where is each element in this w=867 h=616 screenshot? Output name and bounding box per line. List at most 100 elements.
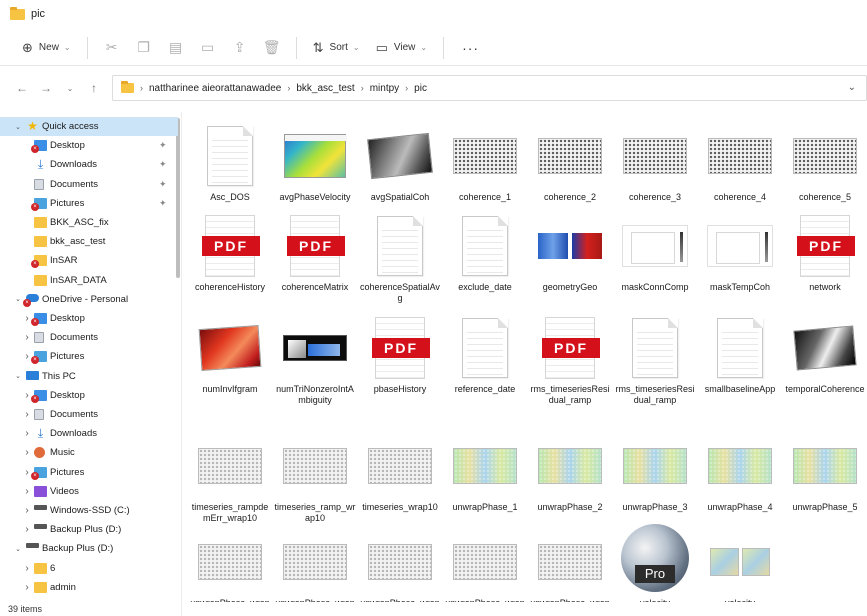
file-item[interactable]: avgPhaseVelocity: [273, 116, 357, 212]
file-item[interactable]: PDF coherenceMatrix: [273, 206, 357, 302]
chevron-right-icon[interactable]: ›: [22, 428, 32, 439]
sidebar-item[interactable]: › Documents: [0, 328, 178, 347]
sidebar-item[interactable]: × Pictures ✦: [0, 194, 178, 213]
chevron-right-icon[interactable]: ›: [22, 486, 32, 497]
back-arrow-icon[interactable]: ←: [10, 81, 34, 95]
chevron-right-icon[interactable]: ›: [22, 563, 32, 574]
file-item[interactable]: velocity: [698, 522, 782, 602]
copy-button[interactable]: ❐: [128, 35, 160, 61]
sidebar-item[interactable]: ⌄ ★ Quick access: [0, 117, 178, 136]
sidebar-item[interactable]: › × Pictures: [0, 463, 178, 482]
sidebar-item[interactable]: › Documents: [0, 405, 178, 424]
more-options-button[interactable]: ···: [452, 40, 489, 56]
chevron-right-icon[interactable]: ›: [22, 524, 32, 535]
file-item[interactable]: Asc_DOS: [188, 116, 272, 212]
file-item[interactable]: reference_date: [443, 308, 527, 404]
file-item[interactable]: unwrapPhase_wrap_5: [528, 522, 612, 602]
file-item[interactable]: timeseries_wrap10: [358, 426, 442, 522]
document-thumbnail: [377, 216, 423, 276]
file-item[interactable]: temporalCoherence: [783, 308, 867, 404]
cut-button[interactable]: ✂: [96, 35, 128, 61]
sidebar-item[interactable]: Documents ✦: [0, 175, 178, 194]
sidebar-item[interactable]: BKK_ASC_fix: [0, 213, 178, 232]
sidebar-item[interactable]: › admin: [0, 578, 178, 597]
chevron-down-icon[interactable]: ⌄: [13, 295, 23, 303]
sidebar-item[interactable]: › × Desktop: [0, 309, 178, 328]
sidebar-item[interactable]: › × Pictures: [0, 347, 178, 366]
sidebar-item[interactable]: ⌄ Backup Plus (D:): [0, 539, 178, 558]
file-item[interactable]: timeseries_rampdemErr_wrap10: [188, 426, 272, 523]
rename-button[interactable]: ▭: [192, 35, 224, 61]
share-button[interactable]: ⇪: [224, 35, 256, 61]
file-item[interactable]: unwrapPhase_1: [443, 426, 527, 522]
sidebar-item[interactable]: ⤓ Downloads ✦: [0, 155, 178, 174]
breadcrumb-item[interactable]: pic: [414, 83, 427, 94]
file-item[interactable]: unwrapPhase_2: [528, 426, 612, 522]
sidebar-item[interactable]: › Videos: [0, 482, 178, 501]
address-bar[interactable]: › nattharinee aieorattanawadee › bkk_asc…: [112, 75, 867, 101]
file-item[interactable]: Pro velocity: [613, 522, 697, 602]
file-item[interactable]: coherence_2: [528, 116, 612, 212]
view-button[interactable]: ▭ View ⌄: [368, 35, 436, 61]
document-thumbnail: [717, 318, 763, 378]
file-item[interactable]: PDF coherenceHistory: [188, 206, 272, 302]
breadcrumb-item[interactable]: bkk_asc_test: [296, 83, 354, 94]
file-item[interactable]: maskTempCoh: [698, 206, 782, 302]
file-item[interactable]: coherence_1: [443, 116, 527, 212]
up-arrow-icon[interactable]: ↑: [82, 81, 106, 95]
sidebar-item[interactable]: › Music: [0, 443, 178, 462]
recent-chevron-icon[interactable]: ⌄: [58, 84, 82, 93]
file-item[interactable]: unwrapPhase_wrap_2: [273, 522, 357, 602]
file-item[interactable]: numInvIfgram: [188, 308, 272, 404]
file-item[interactable]: maskConnComp: [613, 206, 697, 302]
file-item[interactable]: coherence_3: [613, 116, 697, 212]
sidebar-item[interactable]: › Windows-SSD (C:): [0, 501, 178, 520]
sidebar-item[interactable]: × Desktop ✦: [0, 136, 178, 155]
sidebar-item[interactable]: × InSAR: [0, 251, 178, 270]
chevron-right-icon[interactable]: ›: [22, 332, 32, 343]
sidebar-item[interactable]: › × Desktop: [0, 386, 178, 405]
new-button[interactable]: ⊕ New ⌄: [14, 35, 79, 61]
chevron-right-icon[interactable]: ›: [22, 447, 32, 458]
paste-button[interactable]: ▤: [160, 35, 192, 61]
file-item[interactable]: unwrapPhase_3: [613, 426, 697, 522]
file-item[interactable]: coherence_4: [698, 116, 782, 212]
file-item[interactable]: coherence_5: [783, 116, 867, 212]
file-item[interactable]: smallbaselineApp: [698, 308, 782, 404]
chevron-right-icon[interactable]: ›: [22, 409, 32, 420]
sidebar-item[interactable]: › ⤓ Downloads: [0, 424, 178, 443]
breadcrumb-item[interactable]: nattharinee aieorattanawadee: [149, 83, 281, 94]
sort-button[interactable]: ⇅ Sort ⌄: [305, 35, 368, 61]
file-item[interactable]: unwrapPhase_5: [783, 426, 867, 522]
delete-button[interactable]: 🗑: [256, 35, 288, 61]
sidebar-item[interactable]: › Backup Plus (D:): [0, 520, 178, 539]
file-item[interactable]: avgSpatialCoh: [358, 116, 442, 212]
file-item[interactable]: PDF rms_timeseriesResidual_ramp: [528, 308, 612, 405]
file-item[interactable]: PDF pbaseHistory: [358, 308, 442, 404]
breadcrumb-item[interactable]: mintpy: [370, 83, 399, 94]
file-item[interactable]: numTriNonzeroIntAmbiguity: [273, 308, 357, 405]
file-item[interactable]: unwrapPhase_4: [698, 426, 782, 522]
file-item[interactable]: geometryGeo: [528, 206, 612, 302]
file-item[interactable]: unwrapPhase_wrap_4: [443, 522, 527, 602]
sidebar-item[interactable]: › 6: [0, 559, 178, 578]
sidebar-item[interactable]: bkk_asc_test: [0, 232, 178, 251]
file-item[interactable]: coherenceSpatialAvg: [358, 206, 442, 303]
address-dropdown-icon[interactable]: ⌄: [848, 82, 856, 93]
file-item[interactable]: unwrapPhase_wrap_1: [188, 522, 272, 602]
command-bar: ⊕ New ⌄ ✂ ❐ ▤ ▭ ⇪ 🗑 ⇅ Sort ⌄ ▭ View ⌄ ··…: [0, 30, 867, 66]
file-item[interactable]: PDF network: [783, 206, 867, 302]
sidebar-item[interactable]: ⌄ This PC: [0, 367, 178, 386]
file-item[interactable]: rms_timeseriesResidual_ramp: [613, 308, 697, 405]
chevron-right-icon[interactable]: ›: [22, 505, 32, 516]
chevron-right-icon[interactable]: ›: [22, 582, 32, 593]
forward-arrow-icon[interactable]: →: [34, 81, 58, 95]
chevron-down-icon[interactable]: ⌄: [13, 545, 23, 553]
chevron-down-icon[interactable]: ⌄: [13, 372, 23, 380]
chevron-down-icon[interactable]: ⌄: [13, 123, 23, 131]
sidebar-item[interactable]: ⌄ × OneDrive - Personal: [0, 290, 178, 309]
file-item[interactable]: unwrapPhase_wrap_3: [358, 522, 442, 602]
file-item[interactable]: timeseries_ramp_wrap10: [273, 426, 357, 523]
file-item[interactable]: exclude_date: [443, 206, 527, 302]
sidebar-item[interactable]: InSAR_DATA: [0, 271, 178, 290]
